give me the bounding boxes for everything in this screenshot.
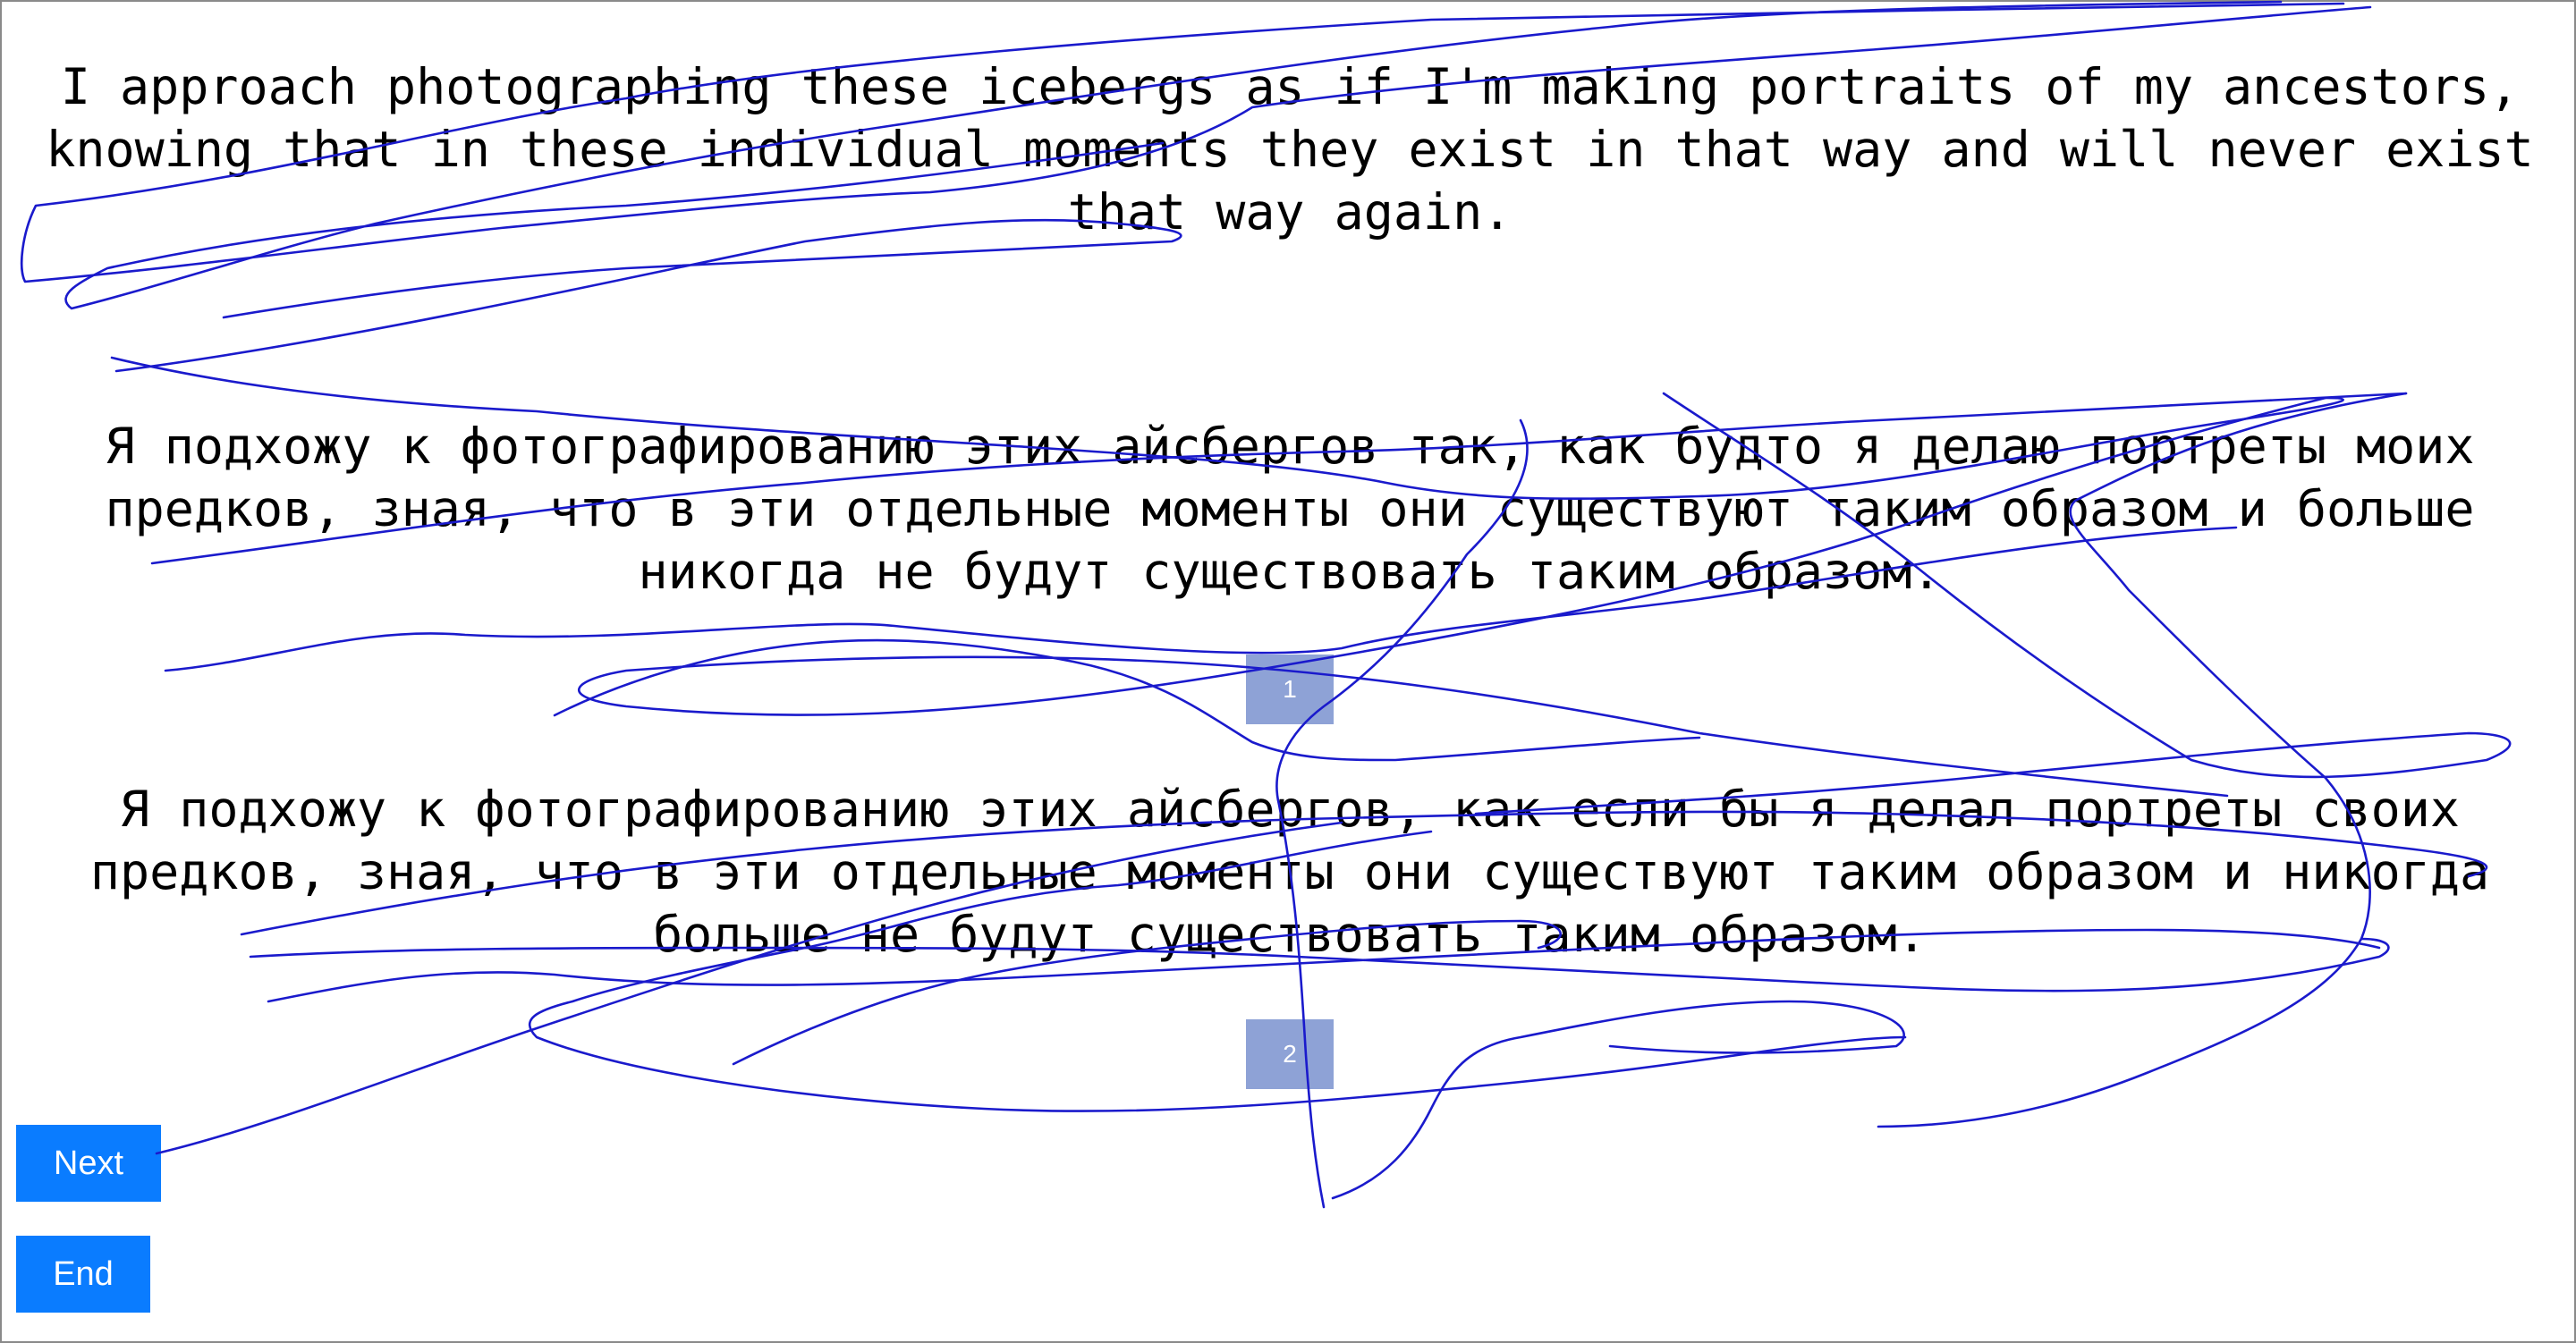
choose-option-2-button[interactable]: 2: [1246, 1019, 1334, 1089]
source-text: I approach photographing these icebergs …: [46, 58, 2534, 241]
end-button[interactable]: End: [16, 1236, 150, 1313]
translation-option-1: Я подхожу к фотографированию этих айсбер…: [105, 418, 2475, 600]
page-frame: I approach photographing these icebergs …: [0, 0, 2576, 1343]
choose-option-1-button[interactable]: 1: [1246, 655, 1334, 724]
translation-option-2: Я подхожу к фотографированию этих айсбер…: [89, 781, 2490, 963]
next-button[interactable]: Next: [16, 1125, 161, 1202]
